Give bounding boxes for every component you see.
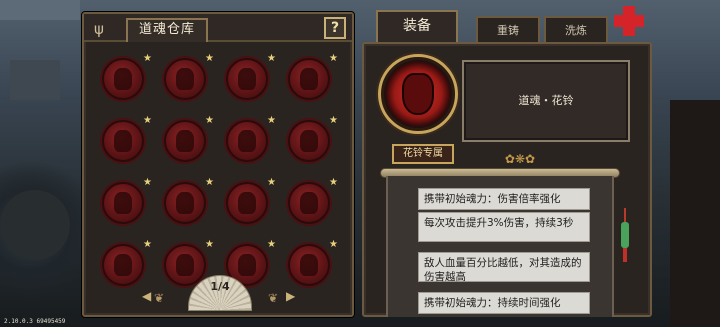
soul-slot[interactable]: ★ (282, 52, 344, 114)
version-label: 2.10.0.3 69495459 (4, 318, 66, 325)
soul-storage-header: ψ 道魂仓库 ? (84, 14, 352, 42)
pinwheel-icon (614, 6, 644, 36)
soul-info-box: 道魂・花铃 (462, 60, 630, 142)
star-icon: ★ (267, 53, 276, 64)
soul-slot[interactable]: ★ (96, 52, 158, 114)
star-icon: ★ (205, 239, 214, 250)
soul-figure-icon (114, 130, 132, 152)
soul-slot[interactable]: ★ (158, 114, 220, 176)
star-icon: ★ (267, 177, 276, 188)
star-icon: ★ (329, 53, 338, 64)
effects-scroll[interactable]: 携带初始魂力：伤害倍率强化 每次攻击提升3%伤害，持续3秒 敌人血量百分比越低，… (386, 176, 614, 317)
soul-figure-icon (114, 192, 132, 214)
star-icon: ★ (267, 239, 276, 250)
soul-slot[interactable]: ★ (220, 52, 282, 114)
effect-item: 每次攻击提升3%伤害，持续3秒 (418, 212, 590, 242)
soul-slot[interactable]: ★ (220, 114, 282, 176)
soul-figure-icon (176, 192, 194, 214)
exclusive-badge: 花铃专属 (392, 144, 454, 164)
soul-slot[interactable]: ★ (96, 114, 158, 176)
fan-page-indicator: 1/4 (188, 275, 252, 311)
star-icon: ★ (267, 115, 276, 126)
star-icon: ★ (205, 115, 214, 126)
star-icon: ★ (329, 239, 338, 250)
star-icon: ★ (143, 53, 152, 64)
soul-storage-title: 道魂仓库 (126, 18, 208, 42)
soul-slot[interactable]: ★ (220, 176, 282, 238)
soul-figure-icon (238, 130, 256, 152)
soul-figure-icon (176, 254, 194, 276)
soul-slot[interactable]: ★ (282, 176, 344, 238)
soul-figure-icon (176, 130, 194, 152)
soul-slot[interactable]: ★ (158, 52, 220, 114)
soul-figure-icon (300, 130, 318, 152)
effect-item: 敌人血量百分比越低，对其造成的伤害越高 (418, 252, 590, 283)
star-icon: ★ (205, 177, 214, 188)
soul-figure-icon (114, 68, 132, 90)
effect-item: 携带初始魂力：伤害倍率强化 (418, 188, 590, 210)
soul-portrait[interactable] (378, 54, 458, 134)
star-icon: ★ (329, 115, 338, 126)
scroll-ornament-icon: ✿❋✿ (504, 152, 536, 166)
star-icon: ★ (143, 177, 152, 188)
jade-tassel-icon (620, 208, 630, 268)
help-button[interactable]: ? (324, 17, 346, 39)
soul-figure-icon (114, 254, 132, 276)
soul-figure-icon (238, 254, 256, 276)
soul-slot[interactable]: ★ (96, 176, 158, 238)
star-icon: ★ (205, 53, 214, 64)
soul-slot[interactable]: ★ (282, 114, 344, 176)
soul-slot[interactable]: ★ (158, 176, 220, 238)
soul-figure-icon (300, 192, 318, 214)
pager: ❦ ◀ 1/4 ❦ ▶ (140, 275, 300, 311)
star-icon: ★ (143, 239, 152, 250)
prev-page-button[interactable]: ◀ (142, 289, 151, 303)
soul-name: 道魂・花铃 (518, 94, 574, 107)
trident-icon: ψ (94, 20, 104, 38)
left-ornament-icon: ❦ (154, 291, 165, 305)
soul-storage-panel: ψ 道魂仓库 ? ★ ★ ★ ★ ★ ★ ★ ★ ★ ★ ★ ★ ★ ★ ★ ★ ❦ ◀ 1/4 ❦ ▶ (82, 12, 354, 317)
soul-figure-icon (238, 192, 256, 214)
star-icon: ★ (329, 177, 338, 188)
right-ornament-icon: ❦ (268, 291, 279, 305)
effect-item: 携带初始魂力：持续时间强化 (418, 292, 590, 314)
tab-equip[interactable]: 装备 (376, 10, 458, 44)
soul-figure-icon (300, 68, 318, 90)
soul-grid: ★ ★ ★ ★ ★ ★ ★ ★ ★ ★ ★ ★ ★ ★ ★ ★ (96, 52, 346, 300)
soul-figure-icon (300, 254, 318, 276)
soul-figure-icon (404, 75, 432, 113)
star-icon: ★ (143, 115, 152, 126)
soul-figure-icon (176, 68, 194, 90)
next-page-button[interactable]: ▶ (286, 289, 295, 303)
page-number: 1/4 (210, 280, 230, 293)
soul-figure-icon (238, 68, 256, 90)
